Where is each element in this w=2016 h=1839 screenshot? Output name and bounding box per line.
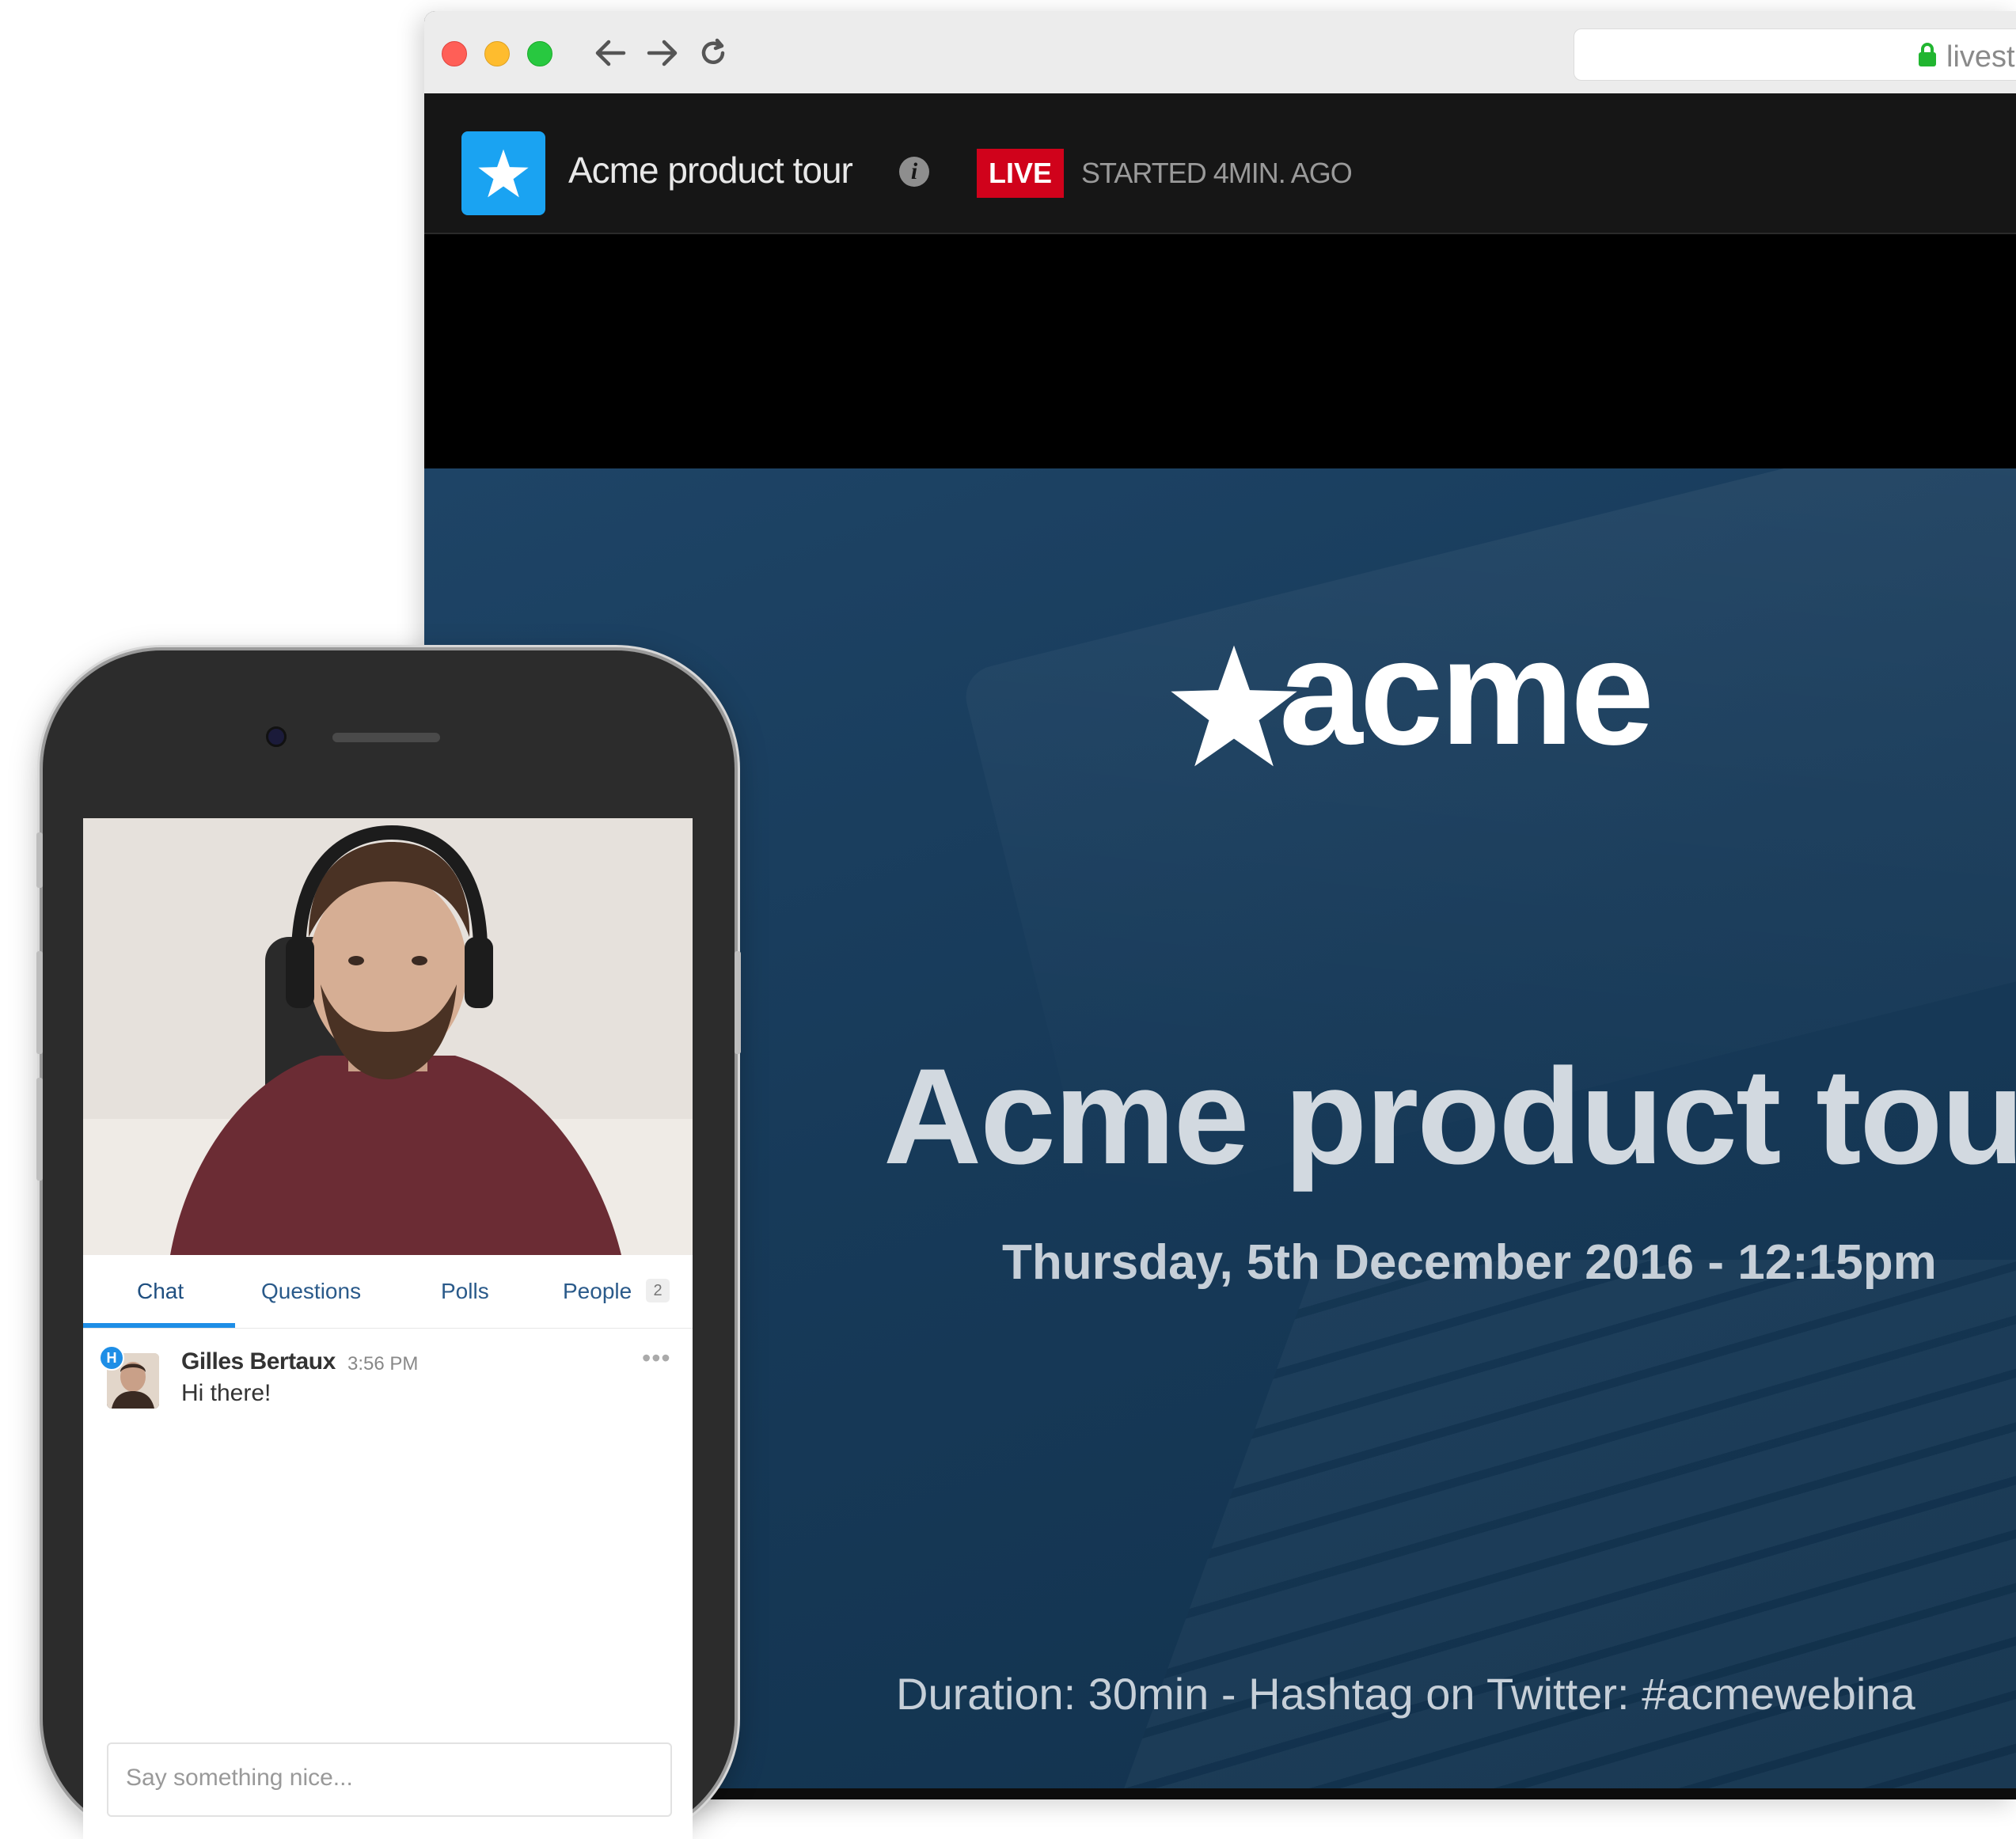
info-icon[interactable]: i — [899, 157, 929, 187]
phone-device: Chat Questions Polls People 2 H Gilles B… — [36, 650, 741, 1839]
forward-arrow-icon[interactable] — [643, 33, 682, 73]
address-bar[interactable]: livest — [1574, 28, 2016, 81]
slide-logo: acme — [1168, 609, 2016, 801]
started-status: STARTED 4MIN. AGO — [1081, 157, 1353, 189]
slide-duration: Duration: 30min - Hashtag on Twitter: #a… — [896, 1669, 1915, 1719]
slide-date: Thursday, 5th December 2016 - 12:15pm — [1002, 1235, 1937, 1290]
tab-questions[interactable]: Questions — [261, 1279, 361, 1304]
chat-message: H Gilles Bertaux 3:56 PM Hi there! ••• — [83, 1328, 693, 1423]
volume-up-button — [36, 951, 43, 1054]
tab-polls[interactable]: Polls — [441, 1279, 489, 1304]
power-button — [735, 951, 741, 1054]
webinar-header: Acme product tour i LIVE STARTED 4MIN. A… — [424, 93, 2016, 234]
front-camera — [266, 726, 287, 747]
star-logo-icon[interactable] — [461, 131, 545, 215]
chat-input-placeholder: Say something nice... — [126, 1765, 353, 1791]
earpiece-speaker — [332, 733, 440, 742]
more-icon[interactable]: ••• — [642, 1344, 671, 1373]
reload-icon[interactable] — [693, 33, 733, 73]
browser-titlebar: livest — [424, 11, 2016, 95]
presenter-video[interactable] — [83, 818, 693, 1255]
video-letterbox-top — [424, 234, 2016, 468]
close-window-button[interactable] — [442, 41, 467, 66]
message-text: Hi there! — [181, 1380, 271, 1406]
volume-down-button — [36, 1078, 43, 1181]
mute-switch — [36, 832, 43, 888]
live-badge: LIVE — [977, 149, 1064, 198]
back-arrow-icon[interactable] — [590, 33, 630, 73]
lock-icon — [1918, 42, 1937, 71]
maximize-window-button[interactable] — [527, 41, 552, 66]
tab-people[interactable]: People — [563, 1279, 632, 1304]
slide-logo-text: acme — [1279, 609, 1654, 776]
chat-input[interactable]: Say something nice... — [107, 1742, 672, 1817]
phone-screen: Chat Questions Polls People 2 H Gilles B… — [83, 818, 693, 1839]
minimize-window-button[interactable] — [484, 41, 510, 66]
presenter-image — [83, 818, 693, 1255]
slide-title: Acme product tou — [883, 1041, 2016, 1193]
people-count-badge: 2 — [646, 1279, 670, 1302]
address-url: livest — [1946, 40, 2015, 74]
host-badge: H — [99, 1345, 124, 1371]
tab-chat[interactable]: Chat — [137, 1279, 184, 1304]
message-timestamp: 3:56 PM — [347, 1353, 419, 1375]
webinar-title: Acme product tour — [568, 150, 853, 191]
message-author[interactable]: Gilles Bertaux — [181, 1348, 336, 1375]
chat-tabs: Chat Questions Polls People 2 — [83, 1255, 693, 1329]
